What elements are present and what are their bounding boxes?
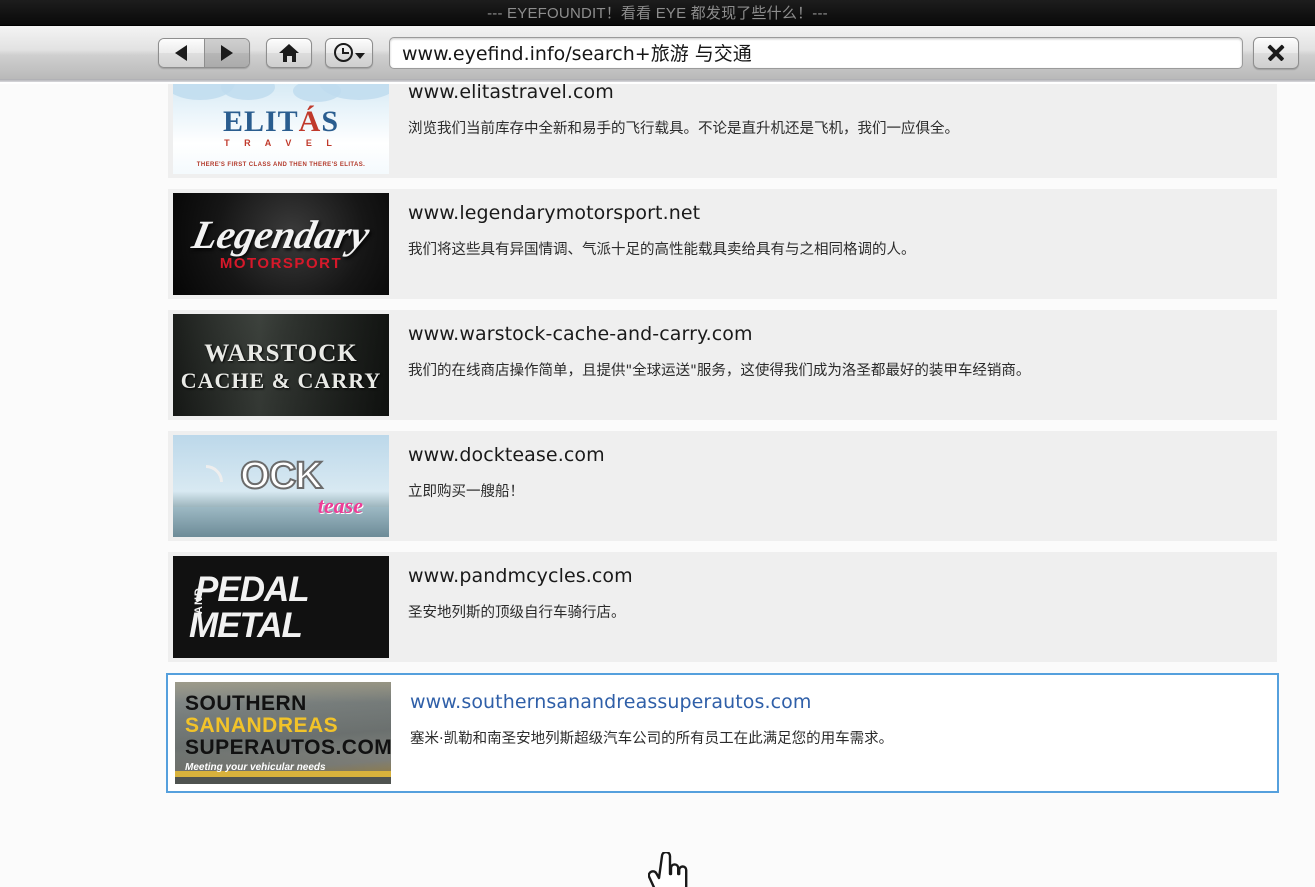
close-button[interactable] <box>1253 36 1299 69</box>
result-text-block: www.docktease.com 立即购买一艘船！ <box>389 431 605 501</box>
thumbnail-brand-text: SOUTHERN <box>185 692 307 715</box>
result-text-block: www.elitastravel.com 浏览我们当前库存中全新和易手的飞行载具… <box>389 84 959 138</box>
arrow-left-icon <box>175 44 188 61</box>
forward-button[interactable] <box>203 38 249 67</box>
thumbnail-brand-text: PEDAL <box>195 570 310 609</box>
browser-toolbar: www.eyefind.info/search+旅游 与交通 <box>0 26 1315 82</box>
navigation-button-group <box>158 37 250 68</box>
pointing-hand-cursor <box>648 852 688 887</box>
result-url[interactable]: www.elitastravel.com <box>408 84 959 103</box>
result-url[interactable]: www.warstock-cache-and-carry.com <box>408 323 1030 345</box>
result-thumbnail: WARSTOCK CACHE & CARRY <box>173 314 389 416</box>
result-thumbnail: OCK tease <box>173 435 389 537</box>
result-description: 我们将这些具有异国情调、气派十足的高性能载具卖给具有与之相同格调的人。 <box>408 242 916 258</box>
search-result-item[interactable]: OCK tease www.docktease.com 立即购买一艘船！ <box>168 431 1277 541</box>
search-results-list: ELITÁS T R A V E L THERE'S FIRST CLASS A… <box>0 84 1315 793</box>
result-description: 立即购买一艘船！ <box>408 484 524 500</box>
thumbnail-brand-text: OCK <box>239 454 323 498</box>
search-result-item[interactable]: Legendary MOTORSPORT www.legendarymotors… <box>168 189 1277 299</box>
search-results-page: ELITÁS T R A V E L THERE'S FIRST CLASS A… <box>0 84 1315 887</box>
back-button[interactable] <box>159 38 204 67</box>
thumbnail-subtitle: tease <box>317 493 363 518</box>
result-url[interactable]: www.southernsanandreassuperautos.com <box>410 691 893 713</box>
window-title-bar: --- EYEFOUNDIT！看看 EYE 都发现了些什么！--- <box>0 0 1315 26</box>
result-description: 浏览我们当前库存中全新和易手的飞行载具。不论是直升机还是飞机，我们一应俱全。 <box>408 121 959 137</box>
result-description: 圣安地列斯的顶级自行车骑行店。 <box>408 605 626 621</box>
result-text-block: www.pandmcycles.com 圣安地列斯的顶级自行车骑行店。 <box>389 552 633 622</box>
home-icon <box>279 43 299 62</box>
result-text-block: www.southernsanandreassuperautos.com 塞米·… <box>391 680 893 748</box>
thumbnail-subtitle: SUPERAUTOS.COM <box>185 736 391 759</box>
thumbnail-tagline: Meeting your vehicular needs <box>185 762 326 773</box>
close-icon <box>1266 43 1286 63</box>
search-result-item[interactable]: ELITÁS T R A V E L THERE'S FIRST CLASS A… <box>168 84 1277 178</box>
thumbnail-subtitle: T R A V E L <box>224 138 338 148</box>
thumbnail-subtitle: MOTORSPORT <box>219 255 343 272</box>
window-title: --- EYEFOUNDIT！看看 EYE 都发现了些什么！--- <box>487 5 828 22</box>
thumbnail-subtitle: METAL <box>189 606 303 645</box>
search-result-item[interactable]: WARSTOCK CACHE & CARRY www.warstock-cach… <box>168 310 1277 420</box>
result-url[interactable]: www.pandmcycles.com <box>408 565 633 587</box>
clock-icon <box>333 43 353 62</box>
thumbnail-tagline: THERE'S FIRST CLASS AND THEN THERE'S ELI… <box>196 162 366 168</box>
thumbnail-brand-text: Legendary <box>188 212 374 257</box>
result-thumbnail: SOUTHERN SANANDREAS SUPERAUTOS.COM Meeti… <box>175 682 391 784</box>
result-description: 塞米·凯勒和南圣安地列斯超级汽车公司的所有员工在此满足您的用车需求。 <box>410 731 894 747</box>
result-thumbnail: ELITÁS T R A V E L THERE'S FIRST CLASS A… <box>173 84 389 174</box>
result-url[interactable]: www.docktease.com <box>408 444 605 466</box>
result-url[interactable]: www.legendarymotorsport.net <box>408 202 916 224</box>
address-bar[interactable]: www.eyefind.info/search+旅游 与交通 <box>389 36 1243 69</box>
result-thumbnail: Legendary MOTORSPORT <box>173 193 389 295</box>
thumbnail-brand-text: ELITÁS <box>222 105 340 138</box>
search-result-item-selected[interactable]: SOUTHERN SANANDREAS SUPERAUTOS.COM Meeti… <box>166 673 1279 793</box>
home-button[interactable] <box>266 37 312 68</box>
result-thumbnail: PEDAL AND METAL <box>173 556 389 658</box>
thumbnail-subtitle: CACHE & CARRY <box>180 368 382 393</box>
search-result-item[interactable]: PEDAL AND METAL www.pandmcycles.com 圣安地列… <box>168 552 1277 662</box>
thumbnail-brand-accent: SANANDREAS <box>185 714 339 737</box>
thumbnail-brand-text: WARSTOCK <box>204 340 358 367</box>
address-bar-value: www.eyefind.info/search+旅游 与交通 <box>402 43 752 65</box>
result-text-block: www.warstock-cache-and-carry.com 我们的在线商店… <box>389 310 1030 380</box>
chevron-down-icon <box>354 53 365 59</box>
arrow-right-icon <box>220 44 233 61</box>
result-description: 我们的在线商店操作简单，且提供"全球运送"服务，这使得我们成为洛圣都最好的装甲车… <box>408 363 1031 379</box>
result-text-block: www.legendarymotorsport.net 我们将这些具有异国情调、… <box>389 189 916 259</box>
history-button[interactable] <box>325 37 373 68</box>
